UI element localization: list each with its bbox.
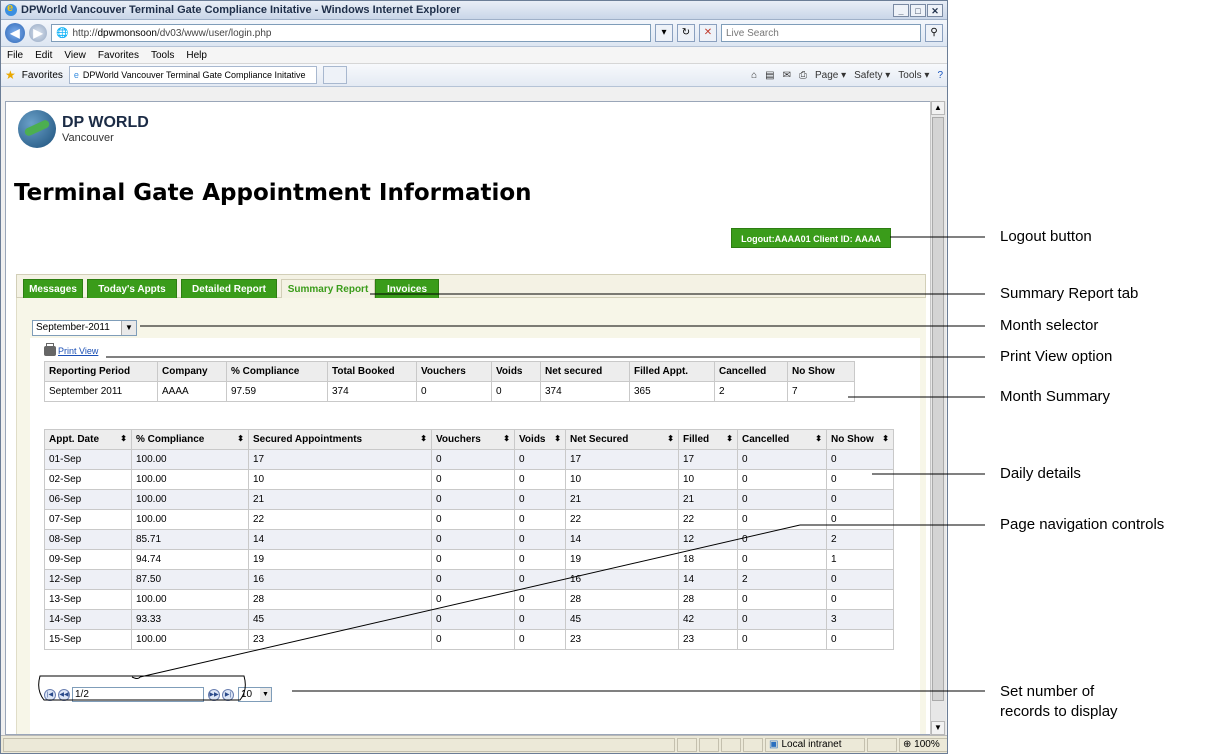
annotation-lines	[38, 236, 985, 701]
callout-nav: Page navigation controls	[1000, 516, 1165, 533]
callout-logout: Logout button	[1000, 228, 1092, 245]
callout-records-2: records to display	[1000, 703, 1118, 720]
callout-month-summary: Month Summary	[1000, 388, 1111, 405]
callout-records-1: Set number of	[1000, 683, 1095, 700]
callout-month: Month selector	[1000, 317, 1099, 334]
callout-summary-tab: Summary Report tab	[1000, 285, 1139, 302]
nav-diagonal-connector	[139, 524, 801, 678]
callout-daily: Daily details	[1000, 465, 1081, 482]
pager-bracket	[38, 675, 246, 701]
callout-print: Print View option	[1000, 348, 1113, 365]
